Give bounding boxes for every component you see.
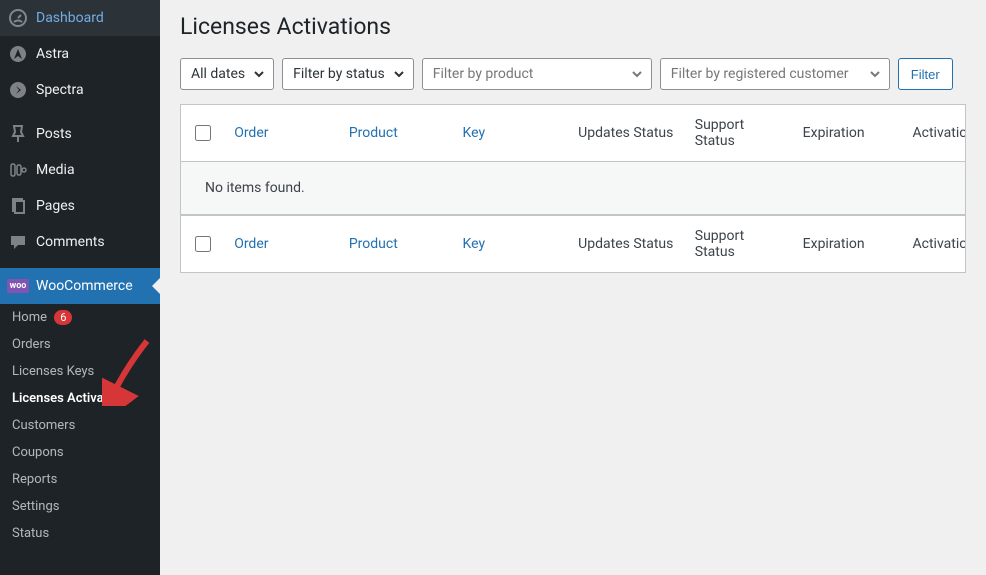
astra-icon	[8, 44, 28, 64]
submenu-item-status[interactable]: Status	[0, 520, 160, 547]
sidebar-item-comments[interactable]: Comments	[0, 224, 160, 260]
column-header-order[interactable]: Order	[224, 113, 339, 153]
select-all-cell	[181, 113, 224, 153]
select-placeholder: Filter by product	[433, 66, 534, 82]
sidebar-item-dashboard[interactable]: Dashboard	[0, 0, 160, 36]
submenu-item-customers[interactable]: Customers	[0, 412, 160, 439]
submenu-label: Status	[12, 526, 49, 541]
sidebar-item-label: Comments	[36, 234, 105, 250]
chevron-down-icon	[631, 68, 643, 80]
chevron-down-icon	[393, 68, 405, 80]
sidebar-item-label: Spectra	[36, 82, 84, 98]
column-header-product[interactable]: Product	[339, 113, 453, 153]
submenu-item-licenses-keys[interactable]: Licenses Keys	[0, 358, 160, 385]
dates-select[interactable]: All dates	[180, 58, 274, 90]
dashboard-icon	[8, 8, 28, 28]
select-label: All dates	[191, 66, 245, 82]
comments-icon	[8, 232, 28, 252]
column-footer-product[interactable]: Product	[339, 224, 453, 264]
submenu-label: Licenses Activations	[12, 391, 133, 406]
column-header-expiration: Expiration	[793, 113, 903, 153]
sidebar-item-spectra[interactable]: Spectra	[0, 72, 160, 108]
submenu-label: Settings	[12, 499, 59, 514]
column-footer-activation: Activation Status	[903, 224, 966, 264]
column-header-key[interactable]: Key	[453, 113, 569, 153]
admin-sidebar: Dashboard Astra Spectra Posts Media	[0, 0, 160, 575]
sidebar-item-label: Media	[36, 162, 75, 178]
submenu-item-licenses-activations[interactable]: Licenses Activations	[0, 385, 160, 412]
select-all-checkbox[interactable]	[195, 125, 211, 141]
table-header: Order Product Key Updates Status Support…	[181, 105, 965, 162]
submenu-label: Customers	[12, 418, 75, 433]
data-table: Order Product Key Updates Status Support…	[180, 104, 966, 273]
sidebar-item-label: Dashboard	[36, 10, 104, 26]
chevron-down-icon	[869, 68, 881, 80]
submenu-label: Orders	[12, 337, 51, 352]
main-content: Licenses Activations All dates Filter by…	[160, 0, 986, 575]
submenu-label: Home	[12, 310, 47, 325]
sidebar-item-media[interactable]: Media	[0, 152, 160, 188]
pin-icon	[8, 124, 28, 144]
sidebar-item-label: Pages	[36, 198, 75, 214]
page-title: Licenses Activations	[180, 13, 966, 40]
sidebar-item-label: Astra	[36, 46, 69, 62]
column-header-support: Support Status	[685, 105, 793, 161]
pages-icon	[8, 196, 28, 216]
column-header-updates: Updates Status	[568, 113, 685, 153]
select-all-cell-footer	[181, 224, 224, 264]
empty-state: No items found.	[181, 162, 965, 215]
select-all-checkbox-footer[interactable]	[195, 236, 211, 252]
spectra-icon	[8, 80, 28, 100]
sidebar-item-label: Posts	[36, 126, 72, 142]
sidebar-item-astra[interactable]: Astra	[0, 36, 160, 72]
select-label: Filter by status	[293, 66, 385, 82]
column-footer-key[interactable]: Key	[453, 224, 569, 264]
column-footer-expiration: Expiration	[793, 224, 903, 264]
filter-bar: All dates Filter by status Filter by pro…	[180, 58, 966, 90]
badge-count: 6	[54, 310, 72, 325]
sidebar-item-label: WooCommerce	[36, 278, 133, 294]
woo-icon: woo	[8, 276, 28, 296]
submenu-item-settings[interactable]: Settings	[0, 493, 160, 520]
submenu-label: Licenses Keys	[12, 364, 94, 379]
media-icon	[8, 160, 28, 180]
column-footer-support: Support Status	[685, 216, 793, 272]
select-placeholder: Filter by registered customer	[671, 66, 849, 82]
customer-select[interactable]: Filter by registered customer	[660, 58, 890, 90]
column-header-activation: Activation Status	[903, 113, 966, 153]
column-footer-updates: Updates Status	[568, 224, 685, 264]
submenu-label: Coupons	[12, 445, 64, 460]
sidebar-item-posts[interactable]: Posts	[0, 116, 160, 152]
table-footer: Order Product Key Updates Status Support…	[181, 215, 965, 272]
submenu-item-coupons[interactable]: Coupons	[0, 439, 160, 466]
filter-button[interactable]: Filter	[898, 58, 953, 90]
column-footer-order[interactable]: Order	[224, 224, 339, 264]
chevron-down-icon	[253, 68, 265, 80]
product-select[interactable]: Filter by product	[422, 58, 652, 90]
sidebar-item-pages[interactable]: Pages	[0, 188, 160, 224]
status-select[interactable]: Filter by status	[282, 58, 414, 90]
submenu-item-home[interactable]: Home 6	[0, 304, 160, 331]
sidebar-item-woocommerce[interactable]: woo WooCommerce	[0, 268, 160, 304]
submenu-item-orders[interactable]: Orders	[0, 331, 160, 358]
submenu-label: Reports	[12, 472, 57, 487]
submenu-item-reports[interactable]: Reports	[0, 466, 160, 493]
